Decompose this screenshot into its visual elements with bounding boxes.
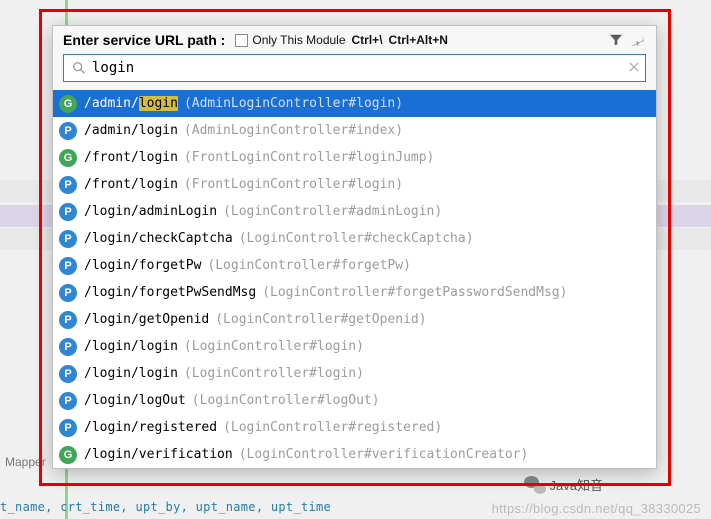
- result-row[interactable]: P/login/getOpenid (LoginController#getOpe…: [53, 306, 656, 333]
- http-method-badge: P: [59, 284, 77, 302]
- result-path: /login/getOpenid: [84, 312, 209, 327]
- http-method-badge: P: [59, 230, 77, 248]
- http-method-badge: P: [59, 419, 77, 437]
- result-row[interactable]: P/login/logOut (LoginController#logOut): [53, 387, 656, 414]
- result-meta: (LoginController#logOut): [192, 393, 380, 408]
- popup-title: Enter service URL path :: [63, 32, 225, 48]
- mapper-label: Mapper: [5, 455, 46, 469]
- results-list: G/admin/login (AdminLoginController#login…: [53, 90, 656, 468]
- wechat-label: Java知音: [550, 475, 603, 494]
- http-method-badge: P: [59, 122, 77, 140]
- match-highlight: login: [139, 96, 178, 111]
- wechat-icon: [524, 476, 546, 494]
- only-this-module-checkbox[interactable]: Only This Module: [235, 33, 345, 47]
- result-row[interactable]: P/login/login (LoginController#login): [53, 333, 656, 360]
- result-path: /front/login: [84, 177, 178, 192]
- http-method-badge: P: [59, 311, 77, 329]
- result-path: /login/login: [84, 339, 178, 354]
- result-path: /login/login: [84, 366, 178, 381]
- result-row[interactable]: P/admin/login (AdminLoginController#index…: [53, 117, 656, 144]
- wechat-badge: Java知音: [524, 475, 603, 494]
- result-meta: (LoginController#forgetPasswordSendMsg): [262, 285, 567, 300]
- popup-header: Enter service URL path : Only This Modul…: [53, 26, 656, 52]
- result-meta: (LoginController#getOpenid): [215, 312, 426, 327]
- result-meta: (FrontLoginController#loginJump): [184, 150, 434, 165]
- result-meta: (AdminLoginController#login): [184, 96, 403, 111]
- result-path: /login/forgetPw: [84, 258, 201, 273]
- result-meta: (LoginController#verificationCreator): [239, 447, 529, 462]
- result-meta: (LoginController#checkCaptcha): [239, 231, 474, 246]
- search-icon: [72, 61, 86, 75]
- result-row[interactable]: G/admin/login (AdminLoginController#login…: [53, 90, 656, 117]
- result-path: /login/logOut: [84, 393, 186, 408]
- result-path: /login/adminLogin: [84, 204, 217, 219]
- result-meta: (FrontLoginController#login): [184, 177, 403, 192]
- result-row[interactable]: P/login/adminLogin (LoginController#admin…: [53, 198, 656, 225]
- result-path: /admin/login: [84, 96, 178, 111]
- result-row[interactable]: P/front/login (FrontLoginController#login…: [53, 171, 656, 198]
- result-row[interactable]: P/login/login (LoginController#login): [53, 360, 656, 387]
- result-path: /front/login: [84, 150, 178, 165]
- http-method-badge: G: [59, 149, 77, 167]
- result-path: /login/verification: [84, 447, 233, 462]
- result-path: /admin/login: [84, 123, 178, 138]
- http-method-badge: P: [59, 365, 77, 383]
- result-meta: (LoginController#adminLogin): [223, 204, 442, 219]
- http-method-badge: G: [59, 95, 77, 113]
- result-meta: (LoginController#login): [184, 339, 364, 354]
- watermark-text: https://blog.csdn.net/qq_38330025: [492, 501, 701, 516]
- only-this-module-label: Only This Module: [252, 33, 345, 47]
- shortcut-hint-1: Ctrl+\: [352, 33, 383, 47]
- filter-icon[interactable]: [608, 32, 624, 48]
- bottom-columns: t_name, crt_time, upt_by, upt_name, upt_…: [0, 500, 331, 514]
- result-row[interactable]: P/login/registered (LoginController#regis…: [53, 414, 656, 441]
- result-meta: (LoginController#login): [184, 366, 364, 381]
- search-box: [63, 54, 646, 82]
- clear-icon[interactable]: [623, 60, 645, 76]
- result-row[interactable]: P/login/forgetPw (LoginController#forgetP…: [53, 252, 656, 279]
- result-path: /login/registered: [84, 420, 217, 435]
- result-meta: (AdminLoginController#index): [184, 123, 403, 138]
- result-meta: (LoginController#registered): [223, 420, 442, 435]
- result-row[interactable]: G/front/login (FrontLoginController#login…: [53, 144, 656, 171]
- http-method-badge: P: [59, 338, 77, 356]
- result-row[interactable]: P/login/forgetPwSendMsg (LoginController#…: [53, 279, 656, 306]
- http-method-badge: P: [59, 257, 77, 275]
- search-input[interactable]: [86, 60, 623, 76]
- result-meta: (LoginController#forgetPw): [207, 258, 411, 273]
- http-method-badge: P: [59, 203, 77, 221]
- search-everywhere-popup: Enter service URL path : Only This Modul…: [52, 25, 657, 469]
- result-row[interactable]: G/login/verification (LoginController#ver…: [53, 441, 656, 468]
- result-path: /login/checkCaptcha: [84, 231, 233, 246]
- http-method-badge: G: [59, 446, 77, 464]
- pin-icon[interactable]: [630, 32, 646, 48]
- result-path: /login/forgetPwSendMsg: [84, 285, 256, 300]
- http-method-badge: P: [59, 392, 77, 410]
- result-row[interactable]: P/login/checkCaptcha (LoginController#che…: [53, 225, 656, 252]
- checkbox-box: [235, 34, 248, 47]
- http-method-badge: P: [59, 176, 77, 194]
- shortcut-hint-2: Ctrl+Alt+N: [389, 33, 448, 47]
